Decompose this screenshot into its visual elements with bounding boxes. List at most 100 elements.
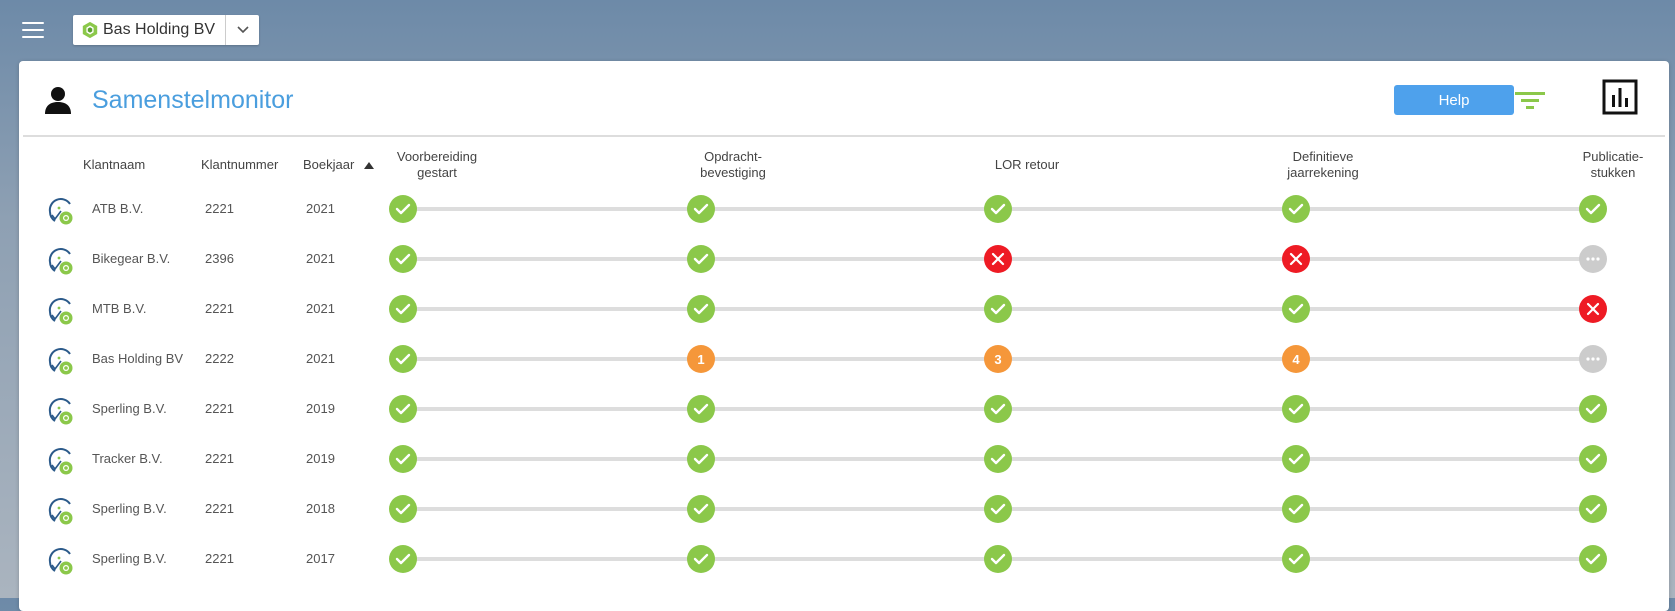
client-name: Sperling B.V.: [92, 501, 167, 516]
header-divider: [23, 135, 1665, 137]
stage-opdrachtbevestiging-check-icon[interactable]: [687, 495, 715, 523]
chevron-down-icon[interactable]: [225, 15, 259, 45]
column-header-publicatiestukken[interactable]: Publicatie- stukken: [1571, 149, 1655, 181]
stage-opdrachtbevestiging-count-badge[interactable]: 1: [687, 345, 715, 373]
stage-opdrachtbevestiging-check-icon[interactable]: [687, 195, 715, 223]
stage-definitieve-jaarrekening-count-badge[interactable]: 4: [1282, 345, 1310, 373]
client-number: 2221: [205, 201, 234, 216]
filter-icon[interactable]: [1512, 85, 1548, 115]
stage-lor-retour-check-icon[interactable]: [984, 545, 1012, 573]
fiscal-year: 2021: [306, 201, 335, 216]
table-row[interactable]: Bikegear B.V. 2396 2021: [19, 234, 1669, 284]
column-header-publicatie-line1: Publicatie-: [1582, 149, 1644, 164]
company-selector[interactable]: Bas Holding BV: [73, 15, 259, 45]
stage-publicatiestukken-check-icon[interactable]: [1579, 195, 1607, 223]
monitor-card: Samenstelmonitor Help Klantnaam Klantnum…: [19, 61, 1669, 611]
stage-voorbereiding-check-icon[interactable]: [389, 345, 417, 373]
stage-definitieve-jaarrekening-cross-icon[interactable]: [1282, 245, 1310, 273]
stage-definitieve-jaarrekening-check-icon[interactable]: [1282, 495, 1310, 523]
client-name: MTB B.V.: [92, 301, 147, 316]
column-header-klantnaam[interactable]: Klantnaam: [83, 157, 145, 173]
stage-lor-retour-check-icon[interactable]: [984, 295, 1012, 323]
table-row[interactable]: Sperling B.V. 2221 2019: [19, 384, 1669, 434]
stage-lor-retour-check-icon[interactable]: [984, 395, 1012, 423]
fiscal-year: 2021: [306, 351, 335, 366]
stage-opdrachtbevestiging-check-icon[interactable]: [687, 545, 715, 573]
stage-definitieve-jaarrekening-check-icon[interactable]: [1282, 195, 1310, 223]
fiscal-year: 2017: [306, 551, 335, 566]
person-icon: [45, 87, 71, 114]
client-name: Bas Holding BV: [92, 351, 184, 366]
stage-lor-retour-cross-icon[interactable]: [984, 245, 1012, 273]
client-status-icon[interactable]: [46, 246, 76, 276]
stage-lor-retour-check-icon[interactable]: [984, 495, 1012, 523]
fiscal-year: 2021: [306, 301, 335, 316]
stage-voorbereiding-check-icon[interactable]: [389, 195, 417, 223]
table-row[interactable]: Tracker B.V. 2221 2019: [19, 434, 1669, 484]
column-header-opdrachtbevestiging[interactable]: Opdracht- bevestiging: [691, 149, 775, 181]
column-header-definitieve-jaarrekening[interactable]: Definitieve jaarrekening: [1281, 149, 1365, 181]
stage-publicatiestukken-more-icon[interactable]: [1579, 345, 1607, 373]
table-row[interactable]: Sperling B.V. 2221 2017: [19, 534, 1669, 584]
stage-publicatiestukken-check-icon[interactable]: [1579, 395, 1607, 423]
table-row[interactable]: Sperling B.V. 2221 2018: [19, 484, 1669, 534]
client-name: Tracker B.V.: [92, 451, 163, 466]
stage-publicatiestukken-check-icon[interactable]: [1579, 445, 1607, 473]
stage-definitieve-jaarrekening-check-icon[interactable]: [1282, 445, 1310, 473]
stage-voorbereiding-check-icon[interactable]: [389, 445, 417, 473]
stage-opdrachtbevestiging-check-icon[interactable]: [687, 445, 715, 473]
stage-definitieve-jaarrekening-check-icon[interactable]: [1282, 295, 1310, 323]
stage-lor-retour-check-icon[interactable]: [984, 445, 1012, 473]
column-header-klantnummer[interactable]: Klantnummer: [201, 157, 278, 173]
column-header-opdrachtbevestiging-line2: bevestiging: [700, 165, 766, 180]
stage-voorbereiding-check-icon[interactable]: [389, 245, 417, 273]
stage-publicatiestukken-check-icon[interactable]: [1579, 495, 1607, 523]
help-button[interactable]: Help: [1394, 85, 1514, 115]
client-status-icon[interactable]: [46, 296, 76, 326]
stage-opdrachtbevestiging-check-icon[interactable]: [687, 395, 715, 423]
stage-definitieve-jaarrekening-check-icon[interactable]: [1282, 395, 1310, 423]
client-number: 2221: [205, 301, 234, 316]
stage-publicatiestukken-check-icon[interactable]: [1579, 545, 1607, 573]
stage-voorbereiding-check-icon[interactable]: [389, 495, 417, 523]
column-header-definitieve-line2: jaarrekening: [1287, 165, 1359, 180]
fiscal-year: 2021: [306, 251, 335, 266]
stage-opdrachtbevestiging-check-icon[interactable]: [687, 245, 715, 273]
table-row[interactable]: Bas Holding BV 2222 2021 1 3 4: [19, 334, 1669, 384]
client-number: 2221: [205, 501, 234, 516]
stage-voorbereiding-check-icon[interactable]: [389, 295, 417, 323]
bar-chart-icon[interactable]: [1602, 79, 1638, 115]
stage-definitieve-jaarrekening-check-icon[interactable]: [1282, 545, 1310, 573]
stage-lor-retour-check-icon[interactable]: [984, 195, 1012, 223]
column-header-opdrachtbevestiging-line1: Opdracht-: [704, 149, 762, 164]
client-status-icon[interactable]: [46, 396, 76, 426]
stage-voorbereiding-check-icon[interactable]: [389, 395, 417, 423]
column-header-boekjaar-label: Boekjaar: [303, 157, 355, 172]
stage-publicatiestukken-cross-icon[interactable]: [1579, 295, 1607, 323]
stage-lor-retour-count-badge[interactable]: 3: [984, 345, 1012, 373]
column-header-boekjaar[interactable]: Boekjaar: [303, 157, 374, 173]
stage-opdrachtbevestiging-check-icon[interactable]: [687, 295, 715, 323]
stage-voorbereiding-check-icon[interactable]: [389, 545, 417, 573]
column-header-definitieve-line1: Definitieve: [1292, 149, 1354, 164]
client-status-icon[interactable]: [46, 196, 76, 226]
stage-publicatiestukken-more-icon[interactable]: [1579, 245, 1607, 273]
table-row[interactable]: MTB B.V. 2221 2021: [19, 284, 1669, 334]
column-header-voorbereiding[interactable]: Voorbereiding gestart: [395, 149, 479, 181]
client-status-icon[interactable]: [46, 496, 76, 526]
client-number: 2221: [205, 451, 234, 466]
column-header-voorbereiding-line2: gestart: [417, 165, 457, 180]
client-status-icon[interactable]: [46, 446, 76, 476]
client-status-icon[interactable]: [46, 546, 76, 576]
column-header-voorbereiding-line1: Voorbereiding: [396, 149, 478, 164]
table-row[interactable]: ATB B.V. 2221 2021: [19, 184, 1669, 234]
client-status-icon[interactable]: [46, 346, 76, 376]
page-title: Samenstelmonitor: [92, 86, 294, 114]
company-name: Bas Holding BV: [103, 21, 216, 38]
column-header-publicatie-line2: stukken: [1590, 165, 1636, 180]
client-name: Bikegear B.V.: [92, 251, 171, 266]
client-number: 2396: [205, 251, 234, 266]
column-header-lor-retour[interactable]: LOR retour: [985, 157, 1069, 173]
menu-icon[interactable]: [22, 22, 44, 38]
client-number: 2221: [205, 551, 234, 566]
